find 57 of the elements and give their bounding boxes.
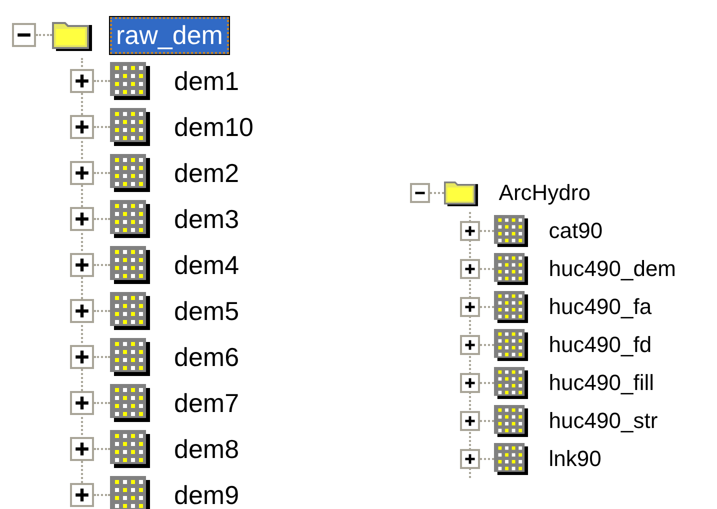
grid-icon [494,252,528,286]
grid-icon [494,404,528,438]
grid-icon [110,246,150,284]
expand-toggle[interactable] [460,373,480,393]
tree-item-label[interactable]: dem3 [168,200,246,238]
expand-toggle[interactable] [70,391,94,415]
tree-item-label[interactable]: dem1 [168,62,246,100]
tree-item-label[interactable]: dem8 [168,430,246,468]
tree-item-label[interactable]: huc490_dem [542,253,682,285]
grid-icon [110,430,150,468]
tree-item-label[interactable]: raw_dem [110,16,229,54]
expand-toggle[interactable] [70,161,94,185]
tree-item-label[interactable]: dem6 [168,338,246,376]
grid-icon [494,214,528,248]
expand-toggle[interactable] [70,115,94,139]
tree-item-label[interactable]: ArcHydro [492,177,596,209]
tree-item-label[interactable]: dem10 [168,108,260,146]
grid-icon [494,366,528,400]
grid-icon [110,292,150,330]
grid-icon [494,442,528,476]
expand-toggle[interactable] [460,221,480,241]
tree-item-label[interactable]: huc490_fill [542,367,660,399]
expand-toggle[interactable] [70,437,94,461]
expand-toggle[interactable] [70,69,94,93]
expand-toggle[interactable] [70,345,94,369]
expand-toggle[interactable] [70,253,94,277]
tree-item-label[interactable]: dem4 [168,246,246,284]
expand-toggle[interactable] [70,207,94,231]
grid-icon [110,476,150,509]
grid-icon [494,328,528,362]
tree-item-label[interactable]: dem7 [168,384,246,422]
expand-toggle[interactable] [460,449,480,469]
expand-toggle[interactable] [410,183,430,203]
expand-toggle[interactable] [460,259,480,279]
grid-icon [110,108,150,146]
grid-icon [110,338,150,376]
grid-icon [110,154,150,192]
tree-item-label[interactable]: huc490_str [542,405,664,437]
tree-item-label[interactable]: lnk90 [542,443,608,475]
expand-toggle[interactable] [12,23,36,47]
folder-icon [52,19,92,51]
grid-icon [110,200,150,238]
tree-item-label[interactable]: dem2 [168,154,246,192]
expand-toggle[interactable] [70,299,94,323]
expand-toggle[interactable] [460,335,480,355]
expand-toggle[interactable] [460,297,480,317]
grid-icon [110,62,150,100]
tree-item-label[interactable]: dem5 [168,292,246,330]
expand-toggle[interactable] [460,411,480,431]
grid-icon [110,384,150,422]
grid-icon [494,290,528,324]
expand-toggle[interactable] [70,483,94,507]
tree-item-label[interactable]: huc490_fa [542,291,658,323]
tree-item-label[interactable]: cat90 [542,215,609,247]
folder-icon [444,179,478,207]
tree-item-label[interactable]: huc490_fd [542,329,658,361]
tree-item-label[interactable]: dem9 [168,476,246,509]
